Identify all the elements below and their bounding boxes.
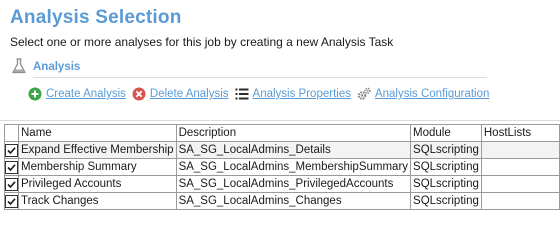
create-analysis-button[interactable]: Create Analysis	[28, 87, 126, 101]
row-module: SQLscripting	[410, 192, 482, 210]
plus-circle-icon	[28, 87, 42, 101]
table-row[interactable]: Expand Effective Membership SA_SG_LocalA…	[4, 141, 560, 159]
column-header-name[interactable]: Name	[18, 124, 177, 142]
checkmark-icon	[7, 180, 16, 188]
delete-analysis-label: Delete Analysis	[149, 88, 229, 100]
row-checkbox[interactable]	[5, 160, 18, 174]
row-module: SQLscripting	[410, 141, 482, 159]
row-checkbox[interactable]	[5, 194, 18, 208]
row-checkbox-cell[interactable]	[4, 141, 19, 159]
section-label: Analysis	[33, 61, 81, 73]
row-hostlists	[480, 192, 560, 210]
column-header-module[interactable]: Module	[410, 124, 482, 142]
column-header-description[interactable]: Description	[175, 124, 412, 142]
table-row[interactable]: Membership Summary SA_SG_LocalAdmins_Mem…	[4, 158, 560, 176]
row-name: Track Changes	[18, 192, 177, 210]
analysis-table: Name Description Module HostLists Expand…	[4, 124, 560, 210]
flask-icon	[12, 58, 26, 74]
analysis-configuration-button[interactable]: Analysis Configuration	[357, 87, 489, 101]
row-module: SQLscripting	[410, 175, 482, 193]
analysis-configuration-label: Analysis Configuration	[374, 88, 490, 100]
row-hostlists	[480, 175, 560, 193]
analysis-properties-button[interactable]: Analysis Properties	[235, 87, 351, 101]
analysis-properties-label: Analysis Properties	[252, 88, 351, 100]
gears-icon	[357, 87, 371, 100]
row-description: SA_SG_LocalAdmins_MembershipSummary	[175, 158, 412, 176]
column-header-select[interactable]	[4, 124, 19, 142]
checkmark-icon	[7, 197, 16, 205]
checkmark-icon	[7, 146, 16, 154]
row-checkbox-cell[interactable]	[4, 175, 19, 193]
row-checkbox[interactable]	[5, 143, 18, 157]
delete-circle-icon	[132, 87, 146, 101]
analysis-toolbar: Create Analysis Delete Analysis Analysis…	[28, 86, 495, 102]
page-subtitle: Select one or more analyses for this job…	[10, 35, 394, 49]
row-checkbox[interactable]	[5, 177, 18, 191]
page-title: Analysis Selection	[10, 7, 182, 28]
table-row[interactable]: Track Changes SA_SG_LocalAdmins_Changes …	[4, 192, 560, 210]
row-name: Expand Effective Membership	[18, 141, 177, 159]
table-row[interactable]: Privileged Accounts SA_SG_LocalAdmins_Pr…	[4, 175, 560, 193]
row-module: SQLscripting	[410, 158, 482, 176]
delete-analysis-button[interactable]: Delete Analysis	[132, 87, 229, 101]
checkmark-icon	[7, 163, 16, 171]
row-checkbox-cell[interactable]	[4, 158, 19, 176]
row-hostlists	[480, 158, 560, 176]
column-header-hostlists[interactable]: HostLists	[480, 124, 560, 142]
row-name: Privileged Accounts	[18, 175, 177, 193]
create-analysis-label: Create Analysis	[46, 88, 126, 100]
table-header-row: Name Description Module HostLists	[4, 124, 560, 142]
row-description: SA_SG_LocalAdmins_Details	[175, 141, 412, 159]
section-divider	[33, 77, 487, 78]
row-description: SA_SG_LocalAdmins_Changes	[175, 192, 412, 210]
list-icon	[235, 88, 249, 100]
row-hostlists	[480, 141, 560, 159]
row-name: Membership Summary	[18, 158, 177, 176]
row-description: SA_SG_LocalAdmins_PrivilegedAccounts	[175, 175, 412, 193]
row-checkbox-cell[interactable]	[4, 192, 19, 210]
analysis-grid: Name Description Module HostLists Expand…	[0, 120, 560, 251]
